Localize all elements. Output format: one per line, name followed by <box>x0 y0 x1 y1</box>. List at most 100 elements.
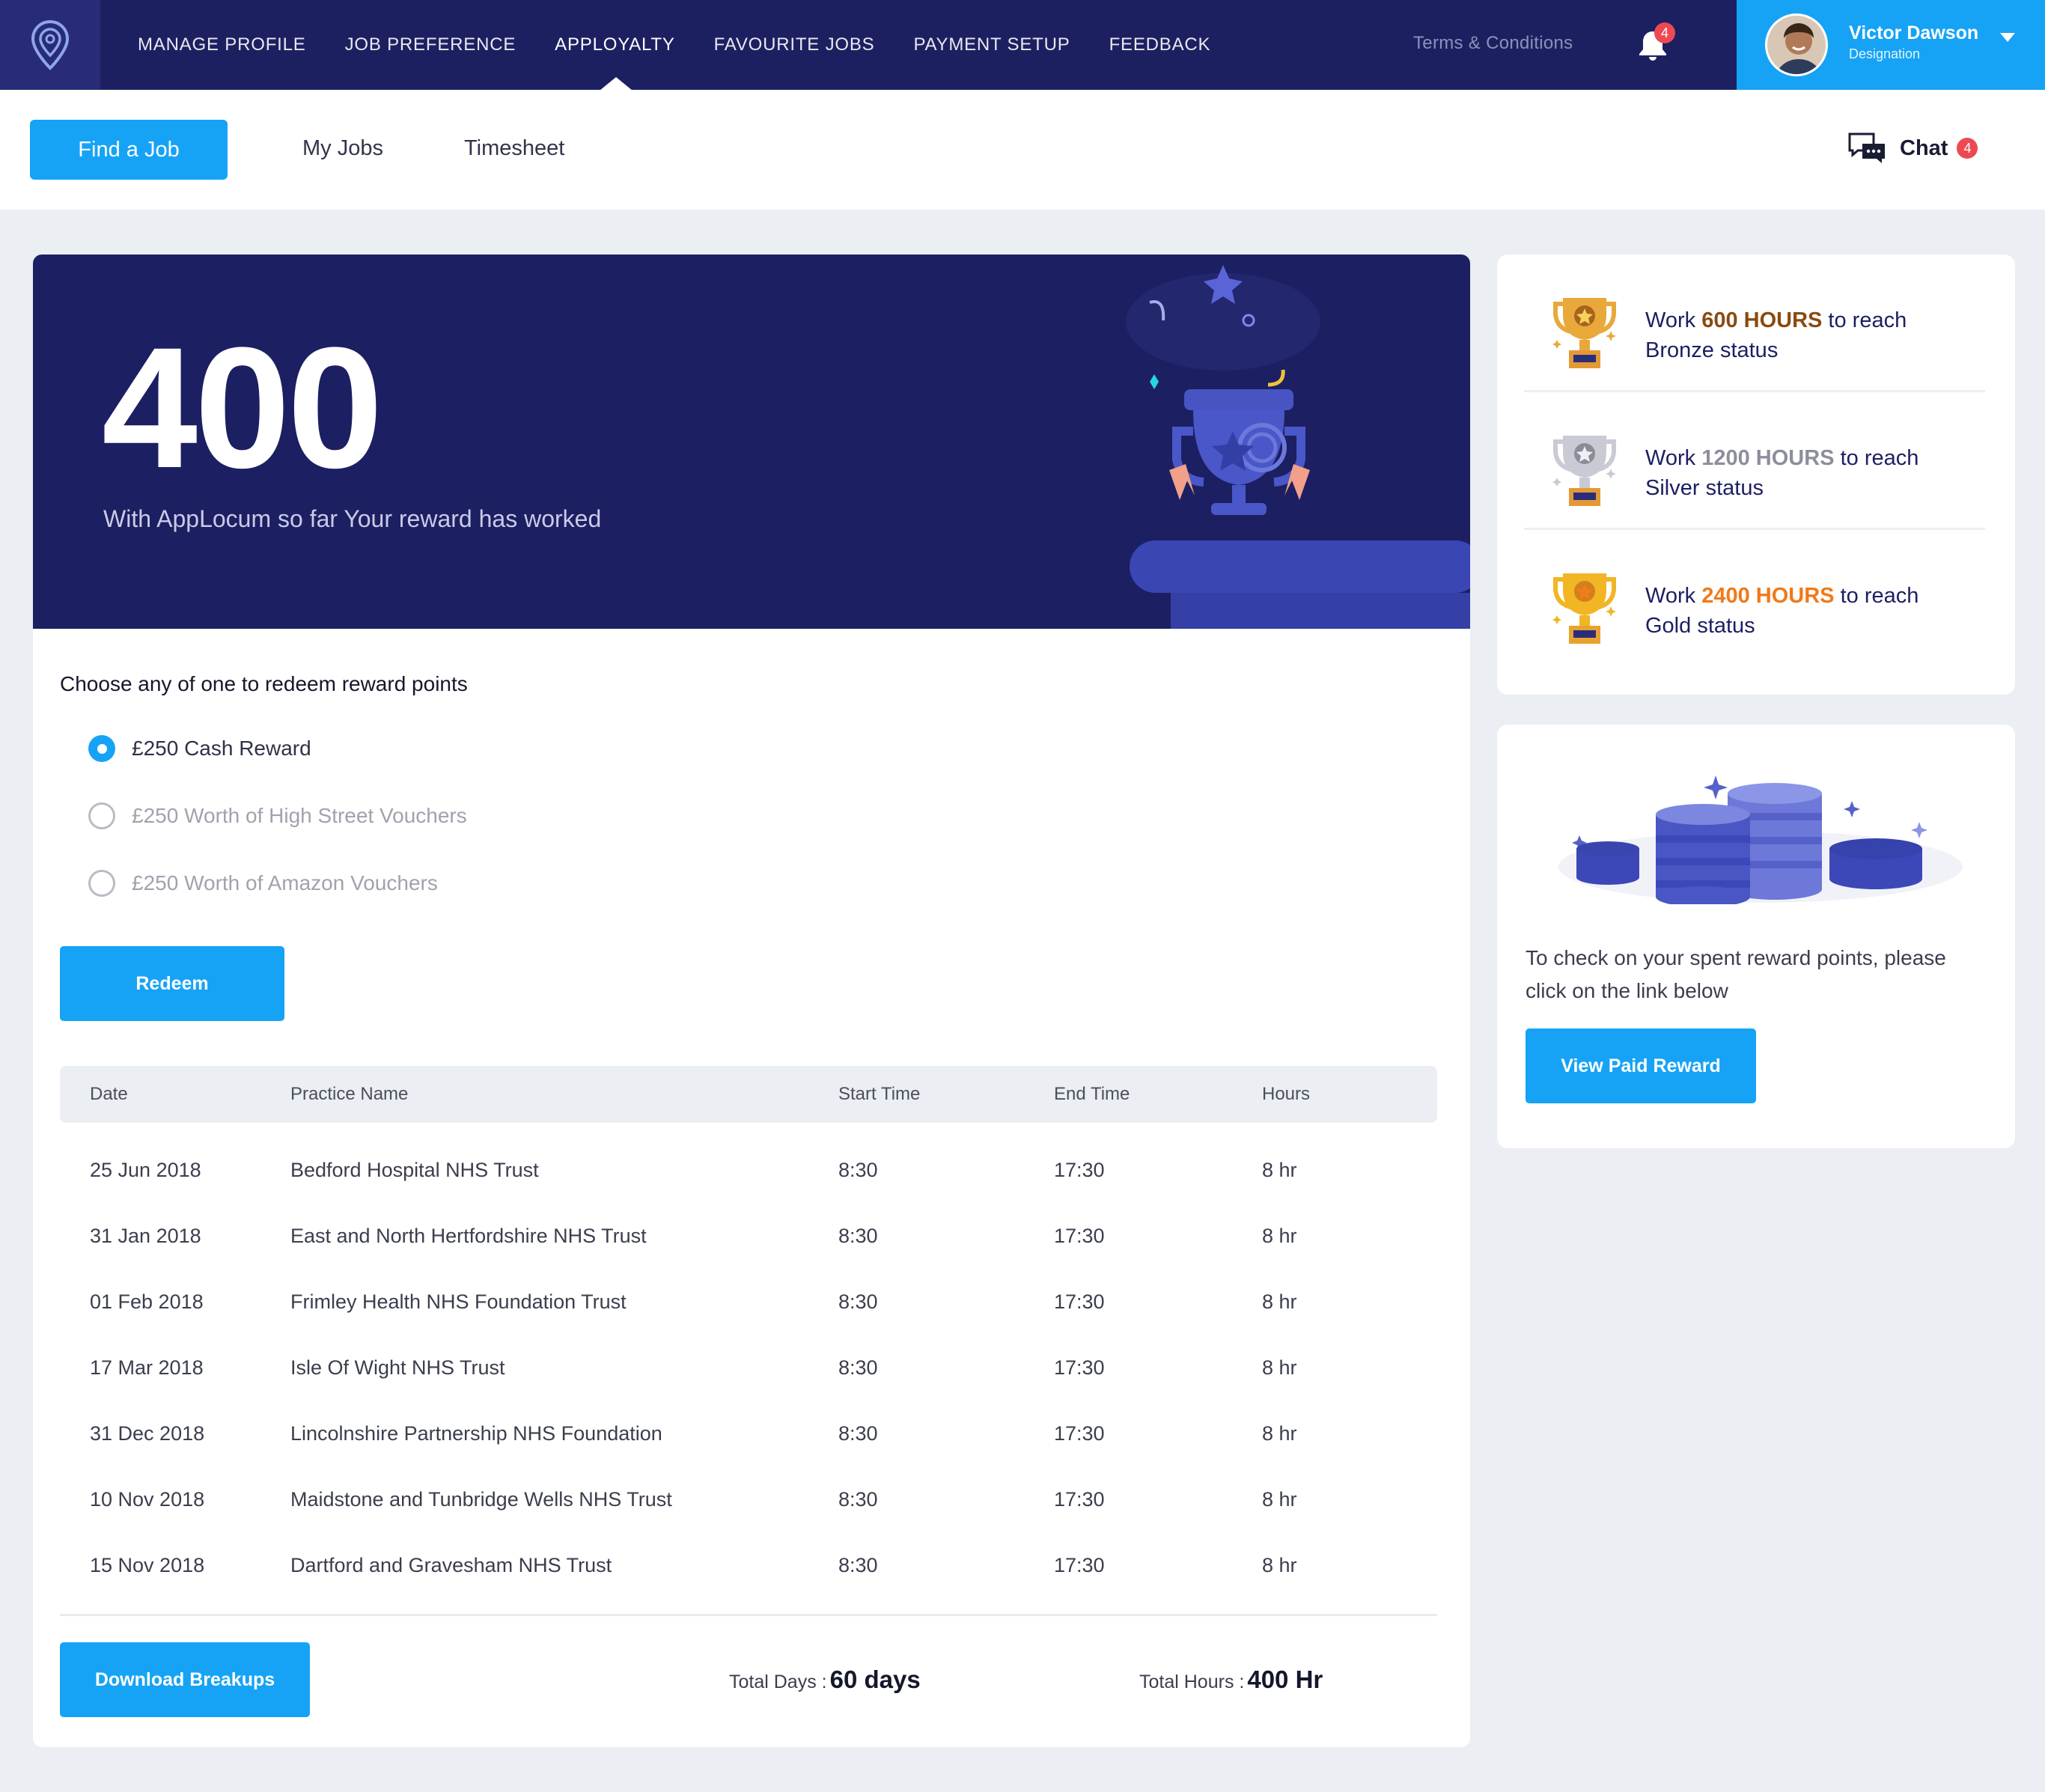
table-header: Date Practice Name Start Time End Time H… <box>60 1066 1437 1123</box>
nav-item-apployalty[interactable]: APPLOYALTY <box>555 34 675 55</box>
tier-hours: 2400 HOURS <box>1701 584 1835 608</box>
column-header-practice: Practice Name <box>290 1084 409 1104</box>
tier-bronze: Work 600 HOURS to reach Bronze status <box>1524 255 1985 392</box>
cell-start: 8:30 <box>838 1159 878 1181</box>
cell-end: 17:30 <box>1054 1554 1105 1576</box>
chevron-down-icon[interactable] <box>2000 33 2015 42</box>
divider <box>60 1614 1437 1616</box>
top-navbar: MANAGE PROFILE JOB PREFERENCE APPLOYALTY FA… <box>0 0 2045 91</box>
cell-practice: Frimley Health NHS Foundation Trust <box>290 1290 627 1313</box>
cell-start: 8:30 <box>838 1356 878 1379</box>
cell-start: 8:30 <box>838 1225 878 1247</box>
tier-silver: Work 1200 HOURS to reach Silver status <box>1524 392 1985 530</box>
tier-hours: 600 HOURS <box>1701 308 1823 332</box>
cell-date: 31 Jan 2018 <box>90 1225 201 1247</box>
cell-date: 15 Nov 2018 <box>90 1554 205 1576</box>
cell-end: 17:30 <box>1054 1225 1105 1247</box>
reward-option-cash[interactable]: £250 Cash Reward <box>88 735 311 762</box>
reward-option-amazon[interactable]: £250 Worth of Amazon Vouchers <box>88 870 438 897</box>
redeem-button[interactable]: Redeem <box>60 946 284 1021</box>
paid-reward-card: To check on your spent reward points, pl… <box>1497 725 2015 1148</box>
radio-button[interactable] <box>88 802 115 829</box>
cell-practice: Maidstone and Tunbridge Wells NHS Trust <box>290 1488 672 1511</box>
cell-practice: Isle Of Wight NHS Trust <box>290 1356 505 1379</box>
silver-trophy-icon <box>1552 436 1616 506</box>
logo[interactable] <box>0 0 100 90</box>
nav-item-favourite-jobs[interactable]: FAVOURITE JOBS <box>714 34 875 55</box>
cell-end: 17:30 <box>1054 1290 1105 1313</box>
nav-item-manage-profile[interactable]: MANAGE PROFILE <box>138 34 306 55</box>
cell-practice: Bedford Hospital NHS Trust <box>290 1159 539 1181</box>
tier-text: Work 2400 HOURS to reach Gold status <box>1645 584 1919 638</box>
gold-trophy-icon <box>1552 573 1616 644</box>
cell-hours: 8 hr <box>1262 1554 1297 1576</box>
table-row: 01 Feb 2018 Frimley Health NHS Foundation… <box>60 1273 1437 1332</box>
cell-start: 8:30 <box>838 1290 878 1313</box>
cell-date: 10 Nov 2018 <box>90 1488 205 1511</box>
paid-reward-info: To check on your spent reward points, pl… <box>1526 946 1946 1002</box>
loyalty-card: 400 With AppLocum so far Your reward has… <box>33 255 1470 1747</box>
chat-label: Chat <box>1900 135 1948 160</box>
find-a-job-button[interactable]: Find a Job <box>30 120 228 180</box>
column-header-date: Date <box>90 1084 128 1104</box>
nav-item-payment-setup[interactable]: PAYMENT SETUP <box>913 34 1070 55</box>
total-days-value: 60 days <box>829 1665 921 1693</box>
table-row: 31 Jan 2018 East and North Hertfordshire … <box>60 1207 1437 1267</box>
cell-start: 8:30 <box>838 1488 878 1511</box>
nav-item-feedback[interactable]: FEEDBACK <box>1109 34 1211 55</box>
cell-end: 17:30 <box>1054 1159 1105 1181</box>
notification-badge: 4 <box>1654 22 1675 43</box>
bronze-trophy-icon <box>1552 298 1616 368</box>
nav-item-job-preference[interactable]: JOB PREFERENCE <box>345 34 516 55</box>
column-header-hours: Hours <box>1262 1084 1311 1104</box>
column-header-end: End Time <box>1054 1084 1130 1104</box>
column-header-start: Start Time <box>838 1084 921 1104</box>
cell-end: 17:30 <box>1054 1356 1105 1379</box>
hours-caption: With AppLocum so far Your reward has wor… <box>103 505 602 532</box>
tier-text: Work 600 HOURS to reach Bronze status <box>1645 308 1907 362</box>
table-row: 17 Mar 2018 Isle Of Wight NHS Trust 8:30 17… <box>60 1338 1437 1398</box>
radio-button[interactable] <box>88 735 115 762</box>
cell-date: 31 Dec 2018 <box>90 1422 205 1445</box>
chat-badge: 4 <box>1957 138 1978 159</box>
main-menu: MANAGE PROFILE JOB PREFERENCE APPLOYALTY FA… <box>138 0 1249 90</box>
view-paid-reward-button[interactable]: View Paid Reward <box>1526 1028 1756 1103</box>
profile-name: Victor Dawson <box>1849 22 1979 43</box>
profile-menu[interactable]: Victor Dawson Designation <box>1737 0 2045 90</box>
cell-date: 17 Mar 2018 <box>90 1356 204 1379</box>
trophy-illustration-icon <box>1126 265 1470 629</box>
tier-text: Work 1200 HOURS to reach Silver status <box>1645 446 1919 500</box>
total-hours: Total Hours : 400 Hr <box>1139 1665 1323 1694</box>
terms-link[interactable]: Terms & Conditions <box>1413 33 1573 54</box>
tab-my-jobs[interactable]: My Jobs <box>302 136 383 161</box>
tier-hours: 1200 HOURS <box>1701 446 1835 470</box>
reward-option-label: £250 Cash Reward <box>132 737 311 760</box>
coins-stack-icon <box>1558 775 1963 904</box>
cell-practice: East and North Hertfordshire NHS Trust <box>290 1225 647 1247</box>
hours-banner: 400 With AppLocum so far Your reward has… <box>33 255 1470 629</box>
reward-option-label: £250 Worth of High Street Vouchers <box>132 804 467 827</box>
cell-hours: 8 hr <box>1262 1225 1297 1247</box>
cell-hours: 8 hr <box>1262 1290 1297 1313</box>
total-hours-value: 400 Hr <box>1247 1665 1323 1693</box>
total-days-label: Total Days : <box>729 1671 827 1692</box>
cell-practice: Lincolnshire Partnership NHS Foundation <box>290 1422 662 1445</box>
cell-start: 8:30 <box>838 1554 878 1576</box>
chat-button[interactable]: Chat 4 <box>1847 132 1978 165</box>
reward-option-high-street[interactable]: £250 Worth of High Street Vouchers <box>88 802 467 829</box>
download-breakups-button[interactable]: Download Breakups <box>60 1642 310 1717</box>
tier-card: Work 600 HOURS to reach Bronze status Wor… <box>1497 255 2015 695</box>
cell-hours: 8 hr <box>1262 1356 1297 1379</box>
hours-count: 400 <box>102 311 383 504</box>
tab-timesheet[interactable]: Timesheet <box>464 136 564 161</box>
cell-practice: Dartford and Gravesham NHS Trust <box>290 1554 612 1576</box>
total-hours-label: Total Hours : <box>1139 1671 1245 1692</box>
active-tab-indicator <box>600 77 633 91</box>
tier-status: Gold status <box>1645 614 1755 638</box>
radio-button[interactable] <box>88 870 115 897</box>
cell-date: 25 Jun 2018 <box>90 1159 201 1181</box>
avatar <box>1765 13 1828 76</box>
reward-option-label: £250 Worth of Amazon Vouchers <box>132 871 438 895</box>
tier-status: Bronze status <box>1645 338 1779 362</box>
location-pin-icon <box>31 19 70 70</box>
